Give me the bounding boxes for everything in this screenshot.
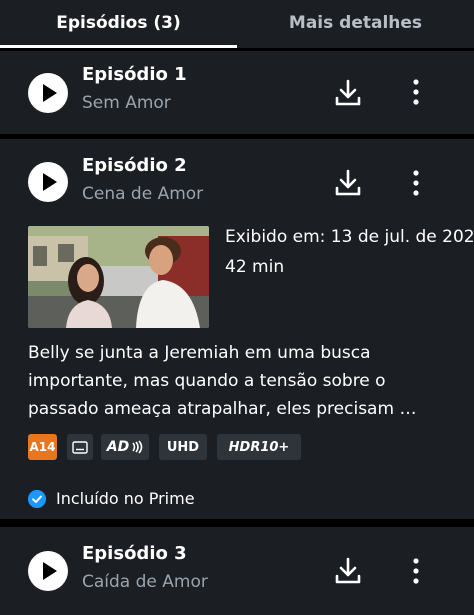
more-options-icon[interactable]: [406, 169, 426, 197]
tab-episodes[interactable]: Episódios (3): [0, 0, 237, 46]
more-options-icon[interactable]: [406, 78, 426, 106]
episode-row-3[interactable]: Episódio 3 Caída de Amor: [0, 527, 474, 615]
play-button[interactable]: [28, 551, 68, 591]
audio-description-badge: AD: [101, 434, 149, 460]
episode-title: Episódio 3: [82, 543, 187, 564]
subtitles-badge: [67, 434, 93, 460]
aired-date: Exibido em: 13 de jul. de 2023: [225, 227, 474, 247]
play-icon: [43, 562, 57, 580]
episode-thumbnail[interactable]: [28, 226, 209, 328]
episode-row-2[interactable]: Episódio 2 Cena de Amor Exibido em: 13 d…: [0, 139, 474, 519]
download-icon[interactable]: [334, 168, 362, 198]
audio-description-label: AD: [106, 439, 130, 455]
play-button[interactable]: [28, 162, 68, 202]
hdr-badge: HDR10+: [217, 434, 301, 460]
age-rating-badge: A14: [28, 434, 57, 460]
active-tab-indicator: [0, 45, 237, 48]
play-icon: [43, 173, 57, 191]
download-icon[interactable]: [334, 556, 362, 586]
episode-subtitle: Sem Amor: [82, 93, 171, 113]
episode-title: Episódio 1: [82, 64, 187, 85]
tab-bar: Episódios (3) Mais detalhes: [0, 0, 474, 48]
duration: 42 min: [225, 257, 285, 277]
tab-more-details[interactable]: Mais detalhes: [237, 0, 474, 46]
play-button[interactable]: [28, 73, 68, 113]
play-icon: [43, 84, 57, 102]
more-options-icon[interactable]: [406, 557, 426, 585]
episode-title: Episódio 2: [82, 155, 187, 176]
audio-waves-icon: [132, 440, 143, 454]
uhd-badge: UHD: [159, 434, 207, 460]
prime-label: Incluído no Prime: [56, 489, 195, 508]
episode-subtitle: Caída de Amor: [82, 572, 208, 592]
episode-subtitle: Cena de Amor: [82, 184, 204, 204]
subtitles-icon: [72, 440, 88, 454]
episode-synopsis: Belly se junta a Jeremiah em uma busca i…: [28, 343, 417, 419]
episode-meta: Exibido em: 13 de jul. de 2023 42 min: [225, 227, 474, 287]
download-icon[interactable]: [334, 78, 362, 108]
check-circle-icon: [28, 490, 46, 508]
episode-row-1[interactable]: Episódio 1 Sem Amor: [0, 51, 474, 134]
